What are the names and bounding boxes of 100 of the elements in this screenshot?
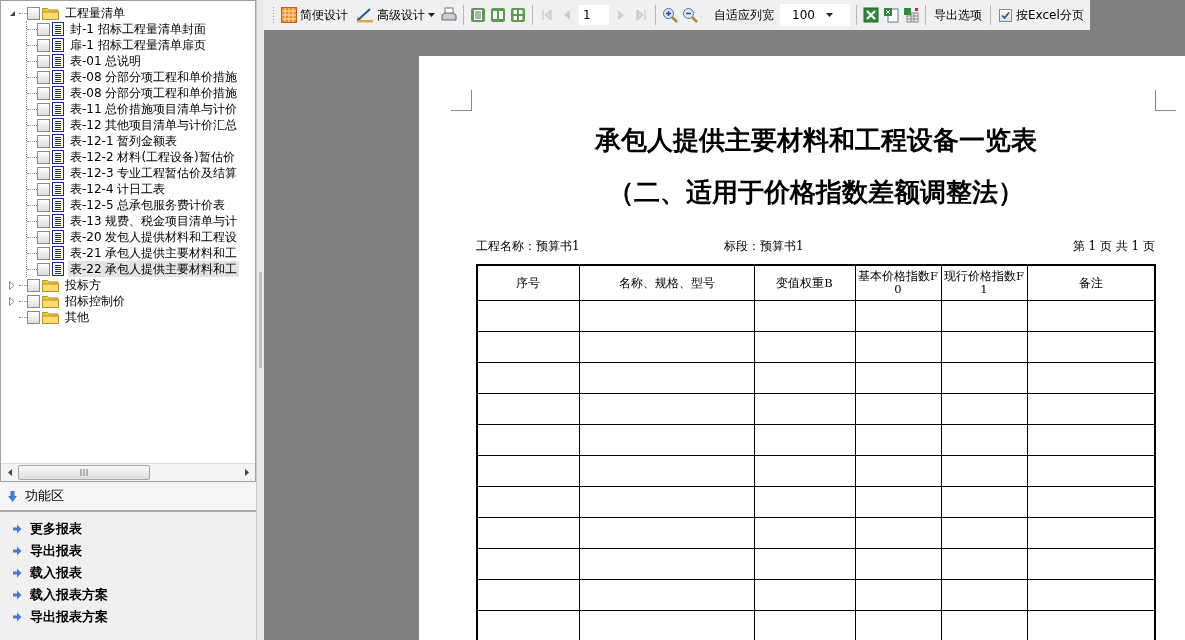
checkbox[interactable] xyxy=(27,6,40,20)
scroll-right-icon[interactable] xyxy=(244,469,249,476)
document-icon xyxy=(52,262,64,276)
zoom-in-icon[interactable] xyxy=(662,7,678,23)
folder-icon xyxy=(42,294,59,308)
arrow-icon xyxy=(12,590,22,600)
checkbox[interactable] xyxy=(37,22,50,36)
checkbox[interactable] xyxy=(37,198,50,212)
caret-icon xyxy=(826,13,834,17)
checkbox[interactable] xyxy=(999,8,1012,22)
tree-item[interactable]: 表-22 承包人提供主要材料和工 xyxy=(68,261,240,277)
panel-link[interactable]: 导出报表 xyxy=(30,542,82,560)
checkbox[interactable] xyxy=(27,294,40,308)
tree-item[interactable]: 投标方 xyxy=(63,277,103,293)
grid-icon xyxy=(281,7,297,23)
checkbox[interactable] xyxy=(37,118,50,132)
arrow-icon xyxy=(12,546,22,556)
splitter-handle[interactable] xyxy=(256,0,264,640)
tree-item[interactable]: 表-12-2 材料(工程设备)暂估价 xyxy=(68,149,237,165)
tree-item[interactable]: 工程量清单 xyxy=(63,5,127,21)
tree-item[interactable]: 表-12-1 暂列金额表 xyxy=(68,133,180,149)
checkbox[interactable] xyxy=(37,86,50,100)
document-icon xyxy=(52,38,64,52)
document-icon xyxy=(52,54,64,68)
checkbox[interactable] xyxy=(37,54,50,68)
single-page-icon[interactable] xyxy=(470,7,486,23)
tree-item[interactable]: 其他 xyxy=(63,309,91,325)
two-page-icon[interactable] xyxy=(490,7,506,23)
folder-icon xyxy=(42,310,59,324)
simple-design-button[interactable]: 简便设计 xyxy=(279,4,350,26)
checkbox[interactable] xyxy=(37,214,50,228)
tree-item[interactable]: 表-21 承包人提供主要材料和工 xyxy=(68,245,240,261)
four-page-icon[interactable] xyxy=(510,7,526,23)
arrow-icon xyxy=(12,612,22,622)
horizontal-scrollbar[interactable] xyxy=(1,463,255,481)
printer-icon[interactable] xyxy=(441,7,457,23)
document-icon xyxy=(52,182,64,196)
checkbox[interactable] xyxy=(37,102,50,116)
tree-item[interactable]: 扉-1 招标工程量清单扉页 xyxy=(68,37,208,53)
tree-item[interactable]: 表-20 发包人提供材料和工程设 xyxy=(68,229,240,245)
advanced-design-button[interactable]: 高级设计 xyxy=(354,4,437,26)
document-icon xyxy=(52,70,64,84)
checkbox[interactable] xyxy=(37,262,50,276)
page-info: 第 1 页 共 1 页 xyxy=(1072,237,1155,255)
checkbox[interactable] xyxy=(37,134,50,148)
checkbox[interactable] xyxy=(27,310,40,324)
panel-link[interactable]: 导出报表方案 xyxy=(30,608,108,626)
spreadsheet-icon[interactable] xyxy=(863,7,879,23)
document-icon xyxy=(52,246,64,260)
arrow-icon xyxy=(12,524,22,534)
tree-item[interactable]: 表-08 分部分项工程和单价措施 xyxy=(68,69,240,85)
tree-item[interactable]: 招标控制价 xyxy=(63,293,127,309)
document-icon xyxy=(52,230,64,244)
document-icon xyxy=(52,134,64,148)
document-icon xyxy=(52,102,64,116)
document-icon xyxy=(52,22,64,36)
checkbox[interactable] xyxy=(37,38,50,52)
zoom-dropdown[interactable]: 100 xyxy=(780,4,850,26)
checkbox[interactable] xyxy=(37,230,50,244)
document-icon xyxy=(52,214,64,228)
report-title: 承包人提供主要材料和工程设备一览表 xyxy=(593,124,1038,157)
down-arrow-icon xyxy=(8,490,17,502)
zoom-out-icon[interactable] xyxy=(682,7,698,23)
tree-item[interactable]: 表-12-3 专业工程暂估价及结算 xyxy=(68,165,240,181)
scroll-left-icon[interactable] xyxy=(7,469,12,476)
checkbox[interactable] xyxy=(37,150,50,164)
tree-item[interactable]: 表-08 分部分项工程和单价措施 xyxy=(68,85,240,101)
document-icon xyxy=(52,118,64,132)
checkbox[interactable] xyxy=(37,182,50,196)
caret-icon xyxy=(428,13,435,17)
checkbox[interactable] xyxy=(37,70,50,84)
document-icon xyxy=(52,198,64,212)
page-number-field[interactable]: 1 xyxy=(579,5,609,25)
tree-item[interactable]: 表-12-5 总承包服务费计价表 xyxy=(68,197,228,213)
toolbar-grip-icon[interactable] xyxy=(272,6,275,24)
folder-icon xyxy=(42,278,59,292)
checkbox[interactable] xyxy=(27,278,40,292)
arrow-icon xyxy=(12,568,22,578)
spreadsheet-document-icon[interactable] xyxy=(883,7,899,23)
spreadsheet-grid-icon[interactable] xyxy=(903,7,919,23)
panel-link[interactable]: 载入报表方案 xyxy=(30,586,108,604)
tree-item[interactable]: 表-12-4 计日工表 xyxy=(68,181,168,197)
panel-link[interactable]: 更多报表 xyxy=(30,520,82,538)
tree-item[interactable]: 表-12 其他项目清单与计价汇总 xyxy=(68,117,240,133)
export-options-button[interactable]: 导出选项 xyxy=(932,4,984,26)
tree-item[interactable]: 表-11 总价措施项目清单与计价 xyxy=(68,101,240,117)
checkbox-label[interactable]: 按Excel分页 xyxy=(1016,6,1084,24)
document-icon xyxy=(52,166,64,180)
column-header: 序号 xyxy=(477,265,579,301)
fit-columns-button[interactable]: 自适应列宽 xyxy=(712,4,776,26)
column-header: 变值权重B xyxy=(754,265,855,301)
tree-item[interactable]: 表-01 总说明 xyxy=(68,53,144,69)
crop-mark xyxy=(451,90,472,111)
panel-link[interactable]: 载入报表 xyxy=(30,564,82,582)
column-header: 名称、规格、型号 xyxy=(579,265,754,301)
checkbox[interactable] xyxy=(37,166,50,180)
checkbox[interactable] xyxy=(37,246,50,260)
folder-icon xyxy=(42,6,59,20)
tree-item[interactable]: 封-1 招标工程量清单封面 xyxy=(68,21,208,37)
tree-item[interactable]: 表-13 规费、税金项目清单与计 xyxy=(68,213,240,229)
